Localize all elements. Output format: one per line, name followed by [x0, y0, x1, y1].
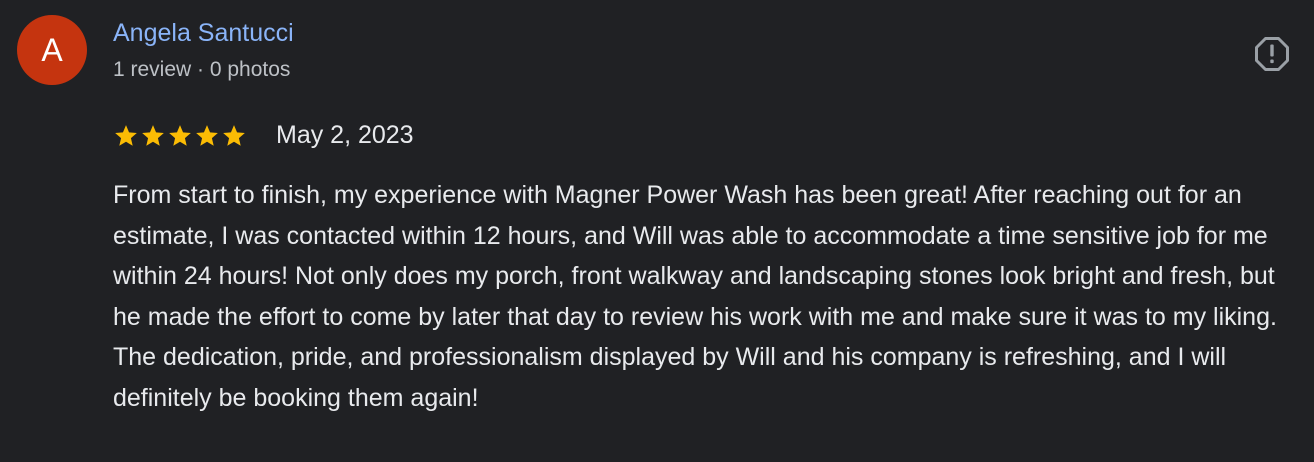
- star-icon: [142, 125, 164, 146]
- star-icon: [223, 125, 245, 146]
- avatar[interactable]: A: [17, 15, 87, 85]
- report-review-button[interactable]: [1253, 35, 1291, 73]
- review-date: May 2, 2023: [276, 121, 414, 149]
- star-rating: [113, 122, 248, 150]
- review-card: A Angela Santucci 1 review · 0 photos Ma…: [0, 0, 1314, 462]
- reviewer-name-link[interactable]: Angela Santucci: [113, 18, 294, 48]
- star-icon: [169, 125, 191, 146]
- avatar-letter: A: [41, 31, 63, 68]
- reviewer-meta: 1 review · 0 photos: [113, 58, 291, 81]
- star-icon: [115, 125, 137, 146]
- star-icon: [196, 125, 218, 146]
- review-text: From start to finish, my experience with…: [113, 181, 1277, 412]
- flag-report-icon: [1255, 37, 1289, 71]
